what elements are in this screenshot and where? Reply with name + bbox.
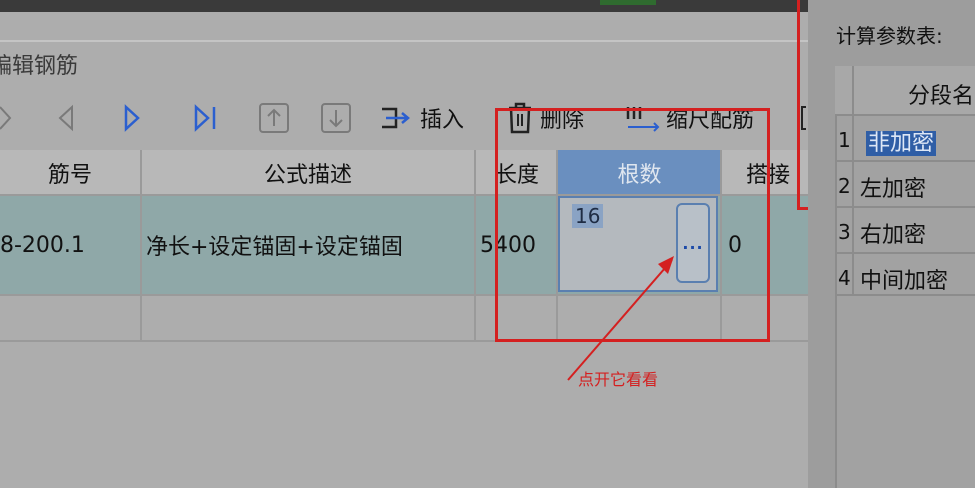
prev-record-button[interactable] xyxy=(56,98,76,138)
segment-item[interactable]: 中间加密 xyxy=(860,263,948,295)
insert-icon xyxy=(382,107,410,129)
row-number: 3 xyxy=(838,220,851,244)
grid-line xyxy=(852,66,854,294)
triangle-right-icon xyxy=(124,104,140,132)
panel-divider xyxy=(0,40,808,42)
triangle-left-icon xyxy=(58,104,73,132)
segment-item[interactable]: 右加密 xyxy=(860,217,926,249)
annotation-text: 点开它看看 xyxy=(578,370,659,389)
move-down-button[interactable] xyxy=(320,98,352,138)
cell-bar-no[interactable]: 8-200.1 xyxy=(0,196,140,294)
grid-line xyxy=(835,206,975,208)
arrow-down-box-icon xyxy=(321,103,351,133)
top-dark-strip xyxy=(0,0,808,12)
grid-line xyxy=(835,294,975,296)
grid-line xyxy=(140,150,142,342)
grid-line xyxy=(835,160,975,162)
grid-line xyxy=(835,114,975,116)
row-number: 4 xyxy=(838,266,851,290)
segment-name-header[interactable]: 分段名 xyxy=(908,78,974,110)
first-icon xyxy=(0,106,12,130)
top-green-indicator xyxy=(600,0,656,5)
move-up-button[interactable] xyxy=(258,98,290,138)
first-record-button[interactable] xyxy=(0,98,12,138)
grid-line xyxy=(835,252,975,254)
grid-line xyxy=(474,150,476,342)
segment-label: 非加密 xyxy=(866,131,937,156)
arrow-up-box-icon xyxy=(259,103,289,133)
next-record-button[interactable] xyxy=(122,98,142,138)
segment-item-selected[interactable]: 非加密 xyxy=(866,125,937,157)
cell-formula[interactable]: 净长+设定锚固+设定锚固 xyxy=(146,196,474,294)
row-number: 1 xyxy=(838,128,851,152)
row-number: 2 xyxy=(838,174,851,198)
insert-button[interactable]: 插入 xyxy=(380,98,464,138)
panel-title: 编辑钢筋 xyxy=(0,54,79,79)
last-record-button[interactable] xyxy=(192,98,220,138)
insert-label: 插入 xyxy=(420,108,465,133)
header-formula[interactable]: 公式描述 xyxy=(142,150,474,195)
header-bar-no[interactable]: 筋号 xyxy=(0,150,140,195)
last-icon xyxy=(194,104,216,132)
segment-item[interactable]: 左加密 xyxy=(860,171,926,203)
calc-params-title: 计算参数表: xyxy=(836,24,943,48)
